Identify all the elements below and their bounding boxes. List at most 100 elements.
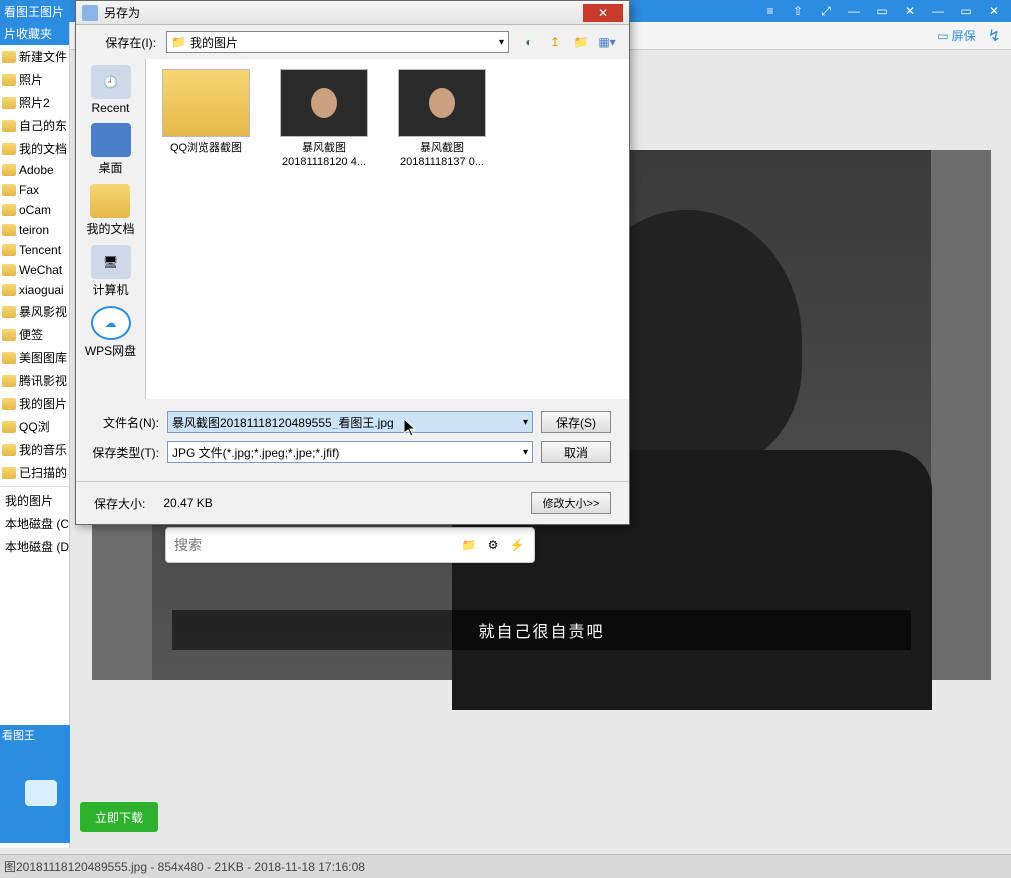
screensaver-button[interactable]: ▭ 屏保 bbox=[937, 27, 975, 44]
sidebar-item[interactable]: Adobe bbox=[0, 160, 69, 180]
chat-icon[interactable] bbox=[25, 780, 57, 806]
sidebar-item[interactable]: 美图图库 bbox=[0, 346, 69, 369]
menu-icon[interactable]: ≡ bbox=[757, 2, 783, 20]
folder-icon bbox=[2, 164, 16, 176]
sidebar-item[interactable]: 本地磁盘 (D bbox=[0, 535, 69, 558]
fullscreen-icon[interactable]: ⤢ bbox=[813, 2, 839, 20]
close-app-icon[interactable]: ✕ bbox=[897, 2, 923, 20]
settings-icon[interactable]: ↯ bbox=[988, 26, 1001, 46]
folder-icon bbox=[2, 284, 16, 296]
folder-icon bbox=[2, 467, 16, 479]
sidebar-item[interactable]: oCam bbox=[0, 200, 69, 220]
sidebar-item[interactable]: 便签 bbox=[0, 323, 69, 346]
sidebar-item[interactable]: QQ浏 bbox=[0, 415, 69, 438]
folder-icon[interactable]: 📁 bbox=[460, 536, 478, 554]
place-label: WPS网盘 bbox=[85, 342, 136, 359]
sidebar-item[interactable]: WeChat bbox=[0, 260, 69, 280]
folder-icon bbox=[2, 224, 16, 236]
filename-input[interactable] bbox=[172, 415, 523, 429]
folder-icon bbox=[2, 398, 16, 410]
outer-minimize-icon[interactable]: — bbox=[925, 2, 951, 20]
video-subtitle: 就自己很自责吧 bbox=[172, 610, 911, 650]
sidebar-item-label: QQ浏 bbox=[19, 418, 50, 435]
new-folder-icon[interactable]: 📁 bbox=[571, 32, 591, 52]
sidebar-item[interactable]: teiron bbox=[0, 220, 69, 240]
sidebar-item-label: WeChat bbox=[19, 263, 62, 277]
search-bar[interactable]: 📁 ⚙ ⚡ bbox=[165, 527, 535, 563]
place-mydocs[interactable]: 我的文档 bbox=[84, 182, 136, 239]
file-name: QQ浏览器截图 bbox=[170, 141, 242, 155]
bolt-icon[interactable]: ⚡ bbox=[508, 536, 526, 554]
view-icon[interactable]: ▦▾ bbox=[597, 32, 617, 52]
desktop-icon bbox=[91, 123, 131, 157]
place-desktop[interactable]: 桌面 bbox=[89, 121, 133, 178]
chevron-down-icon[interactable]: ▾ bbox=[523, 447, 528, 458]
sidebar-item[interactable]: 本地磁盘 (C bbox=[0, 512, 69, 535]
sidebar-item[interactable]: Tencent bbox=[0, 240, 69, 260]
sidebar-item-label: teiron bbox=[19, 223, 49, 237]
sidebar-item[interactable]: 照片 bbox=[0, 68, 69, 91]
sidebar-item[interactable]: 我的图片 bbox=[0, 392, 69, 415]
sidebar-item-label: 照片 bbox=[19, 71, 43, 88]
save-in-label: 保存在(I): bbox=[88, 34, 156, 51]
sidebar-item-label: Tencent bbox=[19, 243, 61, 257]
chevron-down-icon[interactable]: ▾ bbox=[523, 417, 528, 428]
sidebar-item[interactable]: 我的音乐 bbox=[0, 438, 69, 461]
size-label: 保存大小: bbox=[94, 495, 145, 512]
pin-icon[interactable]: ⇧ bbox=[785, 2, 811, 20]
outer-close-icon[interactable]: ✕ bbox=[981, 2, 1007, 20]
file-list[interactable]: QQ浏览器截图 暴风截图20181118120 4...暴风截图201811181… bbox=[146, 59, 629, 399]
save-in-select[interactable]: 📁 我的图片 ▾ bbox=[166, 31, 509, 53]
sidebar-item[interactable]: 我的文档 bbox=[0, 137, 69, 160]
sidebar-item-label: 自己的东 bbox=[19, 117, 67, 134]
folder-icon bbox=[2, 184, 16, 196]
sidebar-item-label: 本地磁盘 (D bbox=[5, 538, 69, 555]
place-label: 我的文档 bbox=[86, 220, 134, 237]
save-in-row: 保存在(I): 📁 我的图片 ▾ ◐ ↥ 📁 ▦▾ bbox=[76, 25, 629, 59]
folder-icon bbox=[2, 244, 16, 256]
filename-combo[interactable]: ▾ bbox=[167, 411, 533, 433]
sidebar-item[interactable]: 自己的东 bbox=[0, 114, 69, 137]
minimize-icon[interactable]: — bbox=[841, 2, 867, 20]
file-item[interactable]: 暴风截图20181118120 4... bbox=[274, 69, 374, 170]
file-item[interactable]: QQ浏览器截图 bbox=[156, 69, 256, 155]
app-title: 看图王图片 bbox=[4, 3, 64, 20]
sidebar-item[interactable]: xiaoguai bbox=[0, 280, 69, 300]
dialog-titlebar[interactable]: 另存为 ✕ bbox=[76, 1, 629, 25]
place-recent[interactable]: 🕘Recent bbox=[89, 63, 133, 117]
sidebar-item[interactable]: 我的图片 bbox=[0, 489, 69, 512]
up-icon[interactable]: ↥ bbox=[545, 32, 565, 52]
resize-button[interactable]: 修改大小>> bbox=[531, 492, 611, 514]
sidebar-item[interactable]: 照片2 bbox=[0, 91, 69, 114]
dialog-close-button[interactable]: ✕ bbox=[583, 4, 623, 22]
filename-label: 文件名(N): bbox=[84, 414, 159, 431]
save-button[interactable]: 保存(S) bbox=[541, 411, 611, 433]
back-icon[interactable]: ◐ bbox=[519, 32, 539, 52]
sidebar-item[interactable]: 已扫描的 bbox=[0, 461, 69, 484]
search-input[interactable] bbox=[174, 537, 454, 553]
filetype-label: 保存类型(T): bbox=[84, 444, 159, 461]
download-button[interactable]: 立即下载 bbox=[80, 802, 158, 832]
sidebar-item[interactable]: 新建文件 bbox=[0, 45, 69, 68]
sidebar-item[interactable]: Fax bbox=[0, 180, 69, 200]
save-in-value: 我的图片 bbox=[190, 34, 238, 51]
outer-restore-icon[interactable]: ▭ bbox=[953, 2, 979, 20]
folder-icon bbox=[2, 375, 16, 387]
status-text: 图20181118120489555.jpg - 854x480 - 21KB … bbox=[4, 858, 365, 875]
folder-icon bbox=[2, 97, 16, 109]
place-computer[interactable]: 🖥计算机 bbox=[89, 243, 133, 300]
place-wps[interactable]: ☁ WPS网盘 bbox=[83, 304, 138, 361]
gear-icon[interactable]: ⚙ bbox=[484, 536, 502, 554]
cancel-button[interactable]: 取消 bbox=[541, 441, 611, 463]
sidebar-item[interactable]: 暴风影视 bbox=[0, 300, 69, 323]
file-item[interactable]: 暴风截图20181118137 0... bbox=[392, 69, 492, 170]
sidebar-item-label: xiaoguai bbox=[19, 283, 64, 297]
wps-icon: ☁ bbox=[91, 306, 131, 340]
folder-icon bbox=[2, 306, 16, 318]
sidebar-item[interactable]: 腾讯影视 bbox=[0, 369, 69, 392]
sidebar-item-label: 我的图片 bbox=[19, 395, 67, 412]
sidebar-item-label: 便签 bbox=[19, 326, 43, 343]
places-bar: 🕘Recent桌面我的文档 🖥计算机 ☁ WPS网盘 bbox=[76, 59, 146, 399]
restore-icon[interactable]: ▭ bbox=[869, 2, 895, 20]
filetype-combo[interactable]: JPG 文件(*.jpg;*.jpeg;*.jpe;*.jfif) ▾ bbox=[167, 441, 533, 463]
